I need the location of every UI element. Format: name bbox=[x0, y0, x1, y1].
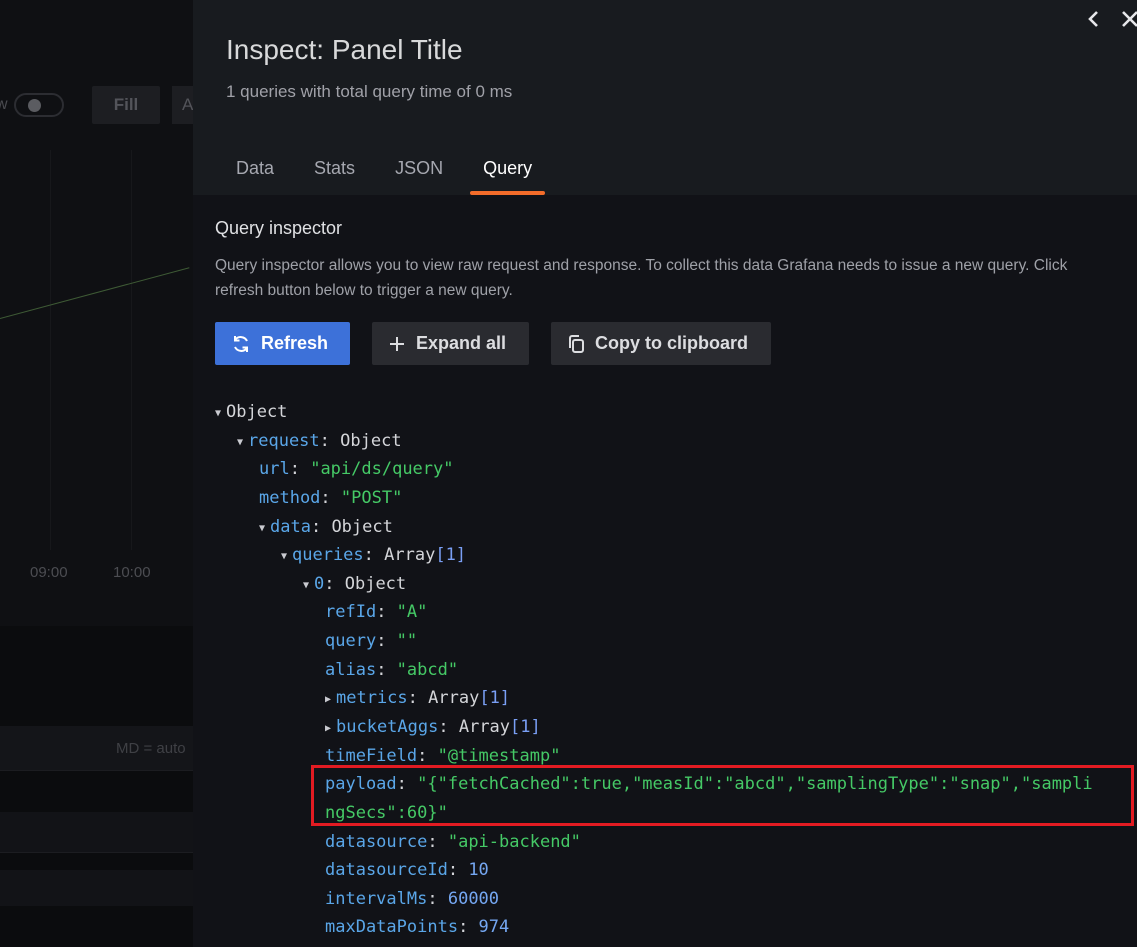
dashboard-toggle[interactable] bbox=[14, 93, 64, 117]
copy-icon bbox=[569, 334, 584, 353]
panel-row bbox=[0, 812, 193, 852]
dashboard-background: w Fill A 09:00 10:00 MD = auto bbox=[0, 0, 193, 947]
inspect-drawer: Inspect: Panel Title 1 queries with tota… bbox=[193, 0, 1137, 947]
sync-icon bbox=[234, 335, 248, 352]
tree-node-request[interactable]: ▼ request: Object bbox=[237, 429, 402, 453]
collapsed-arrow-icon: ▶ bbox=[325, 723, 332, 734]
x-tick-label: 10:00 bbox=[113, 564, 151, 581]
tree-node-bucketaggs[interactable]: ▶ bucketAggs: Array[1] bbox=[325, 715, 541, 739]
drawer-header: Inspect: Panel Title 1 queries with tota… bbox=[193, 0, 1137, 195]
expanded-arrow-icon: ▼ bbox=[303, 580, 310, 591]
inspect-tabs: Data Stats JSON Query bbox=[223, 150, 559, 195]
tree-node-datasourceid: datasourceId: 10 bbox=[325, 860, 489, 880]
graph-panel bbox=[0, 150, 193, 626]
toggle-label: w bbox=[0, 96, 8, 113]
query-inspector: Query inspector Query inspector allows y… bbox=[193, 195, 1137, 947]
tab-json[interactable]: JSON bbox=[382, 150, 456, 195]
copy-label: Copy to clipboard bbox=[595, 333, 748, 353]
tree-node-queries[interactable]: ▼ queries: Array[1] bbox=[281, 543, 466, 567]
dashboard-toolbar: w Fill A bbox=[0, 0, 193, 150]
expanded-arrow-icon: ▼ bbox=[215, 408, 222, 419]
tree-node-refid: refId: "A" bbox=[325, 602, 428, 622]
expanded-arrow-icon: ▼ bbox=[237, 437, 244, 448]
payload-highlight-box bbox=[311, 765, 1134, 826]
tree-node-data[interactable]: ▼ data: Object bbox=[259, 515, 393, 539]
tree-node-method: method: "POST" bbox=[259, 488, 403, 508]
collapse-button[interactable] bbox=[1079, 4, 1109, 34]
tree-node-metrics[interactable]: ▶ metrics: Array[1] bbox=[325, 686, 510, 710]
tab-stats[interactable]: Stats bbox=[301, 150, 368, 195]
tree-node-url: url: "api/ds/query" bbox=[259, 459, 454, 479]
refresh-label: Refresh bbox=[261, 333, 329, 353]
section-description: Query inspector allows you to view raw r… bbox=[215, 257, 1068, 299]
grid-line bbox=[131, 150, 132, 550]
legend-text: MD = auto bbox=[116, 740, 186, 757]
expanded-arrow-icon: ▼ bbox=[259, 523, 266, 534]
copy-to-clipboard-button[interactable]: Copy to clipboard bbox=[551, 322, 771, 365]
tree-node-maxdatapoints: maxDataPoints: 974 bbox=[325, 917, 510, 937]
refresh-button[interactable]: Refresh bbox=[215, 322, 350, 365]
panel-gap bbox=[0, 626, 193, 706]
tree-node-intervalms: intervalMs: 60000 bbox=[325, 889, 500, 909]
close-icon bbox=[1122, 11, 1137, 27]
tree-node-root[interactable]: ▼ Object bbox=[215, 400, 287, 424]
tab-data[interactable]: Data bbox=[223, 150, 287, 195]
close-button[interactable] bbox=[1115, 4, 1137, 34]
tree-node-alias: alias: "abcd" bbox=[325, 660, 459, 680]
expanded-arrow-icon: ▼ bbox=[281, 551, 288, 562]
tree-node-datasource: datasource: "api-backend" bbox=[325, 832, 581, 852]
tree-node-query-0[interactable]: ▼ 0: Object bbox=[303, 572, 406, 596]
x-tick-label: 09:00 bbox=[30, 564, 68, 581]
expand-all-button[interactable]: Expand all bbox=[372, 322, 529, 365]
collapsed-arrow-icon: ▶ bbox=[325, 694, 332, 705]
plus-icon bbox=[390, 336, 404, 351]
tab-query[interactable]: Query bbox=[470, 150, 546, 195]
grid-line bbox=[50, 150, 51, 550]
fill-button[interactable]: Fill bbox=[92, 86, 160, 124]
tree-node-query: query: "" bbox=[325, 631, 418, 651]
a-button[interactable]: A bbox=[172, 86, 193, 124]
page-subtitle: 1 queries with total query time of 0 ms bbox=[226, 82, 513, 101]
section-title: Query inspector bbox=[215, 218, 343, 238]
divider bbox=[0, 770, 193, 771]
panel-row bbox=[0, 870, 193, 906]
expand-all-label: Expand all bbox=[416, 333, 507, 353]
divider bbox=[0, 852, 193, 853]
chevron-left-icon bbox=[1088, 11, 1098, 27]
page-title: Inspect: Panel Title bbox=[226, 34, 463, 65]
